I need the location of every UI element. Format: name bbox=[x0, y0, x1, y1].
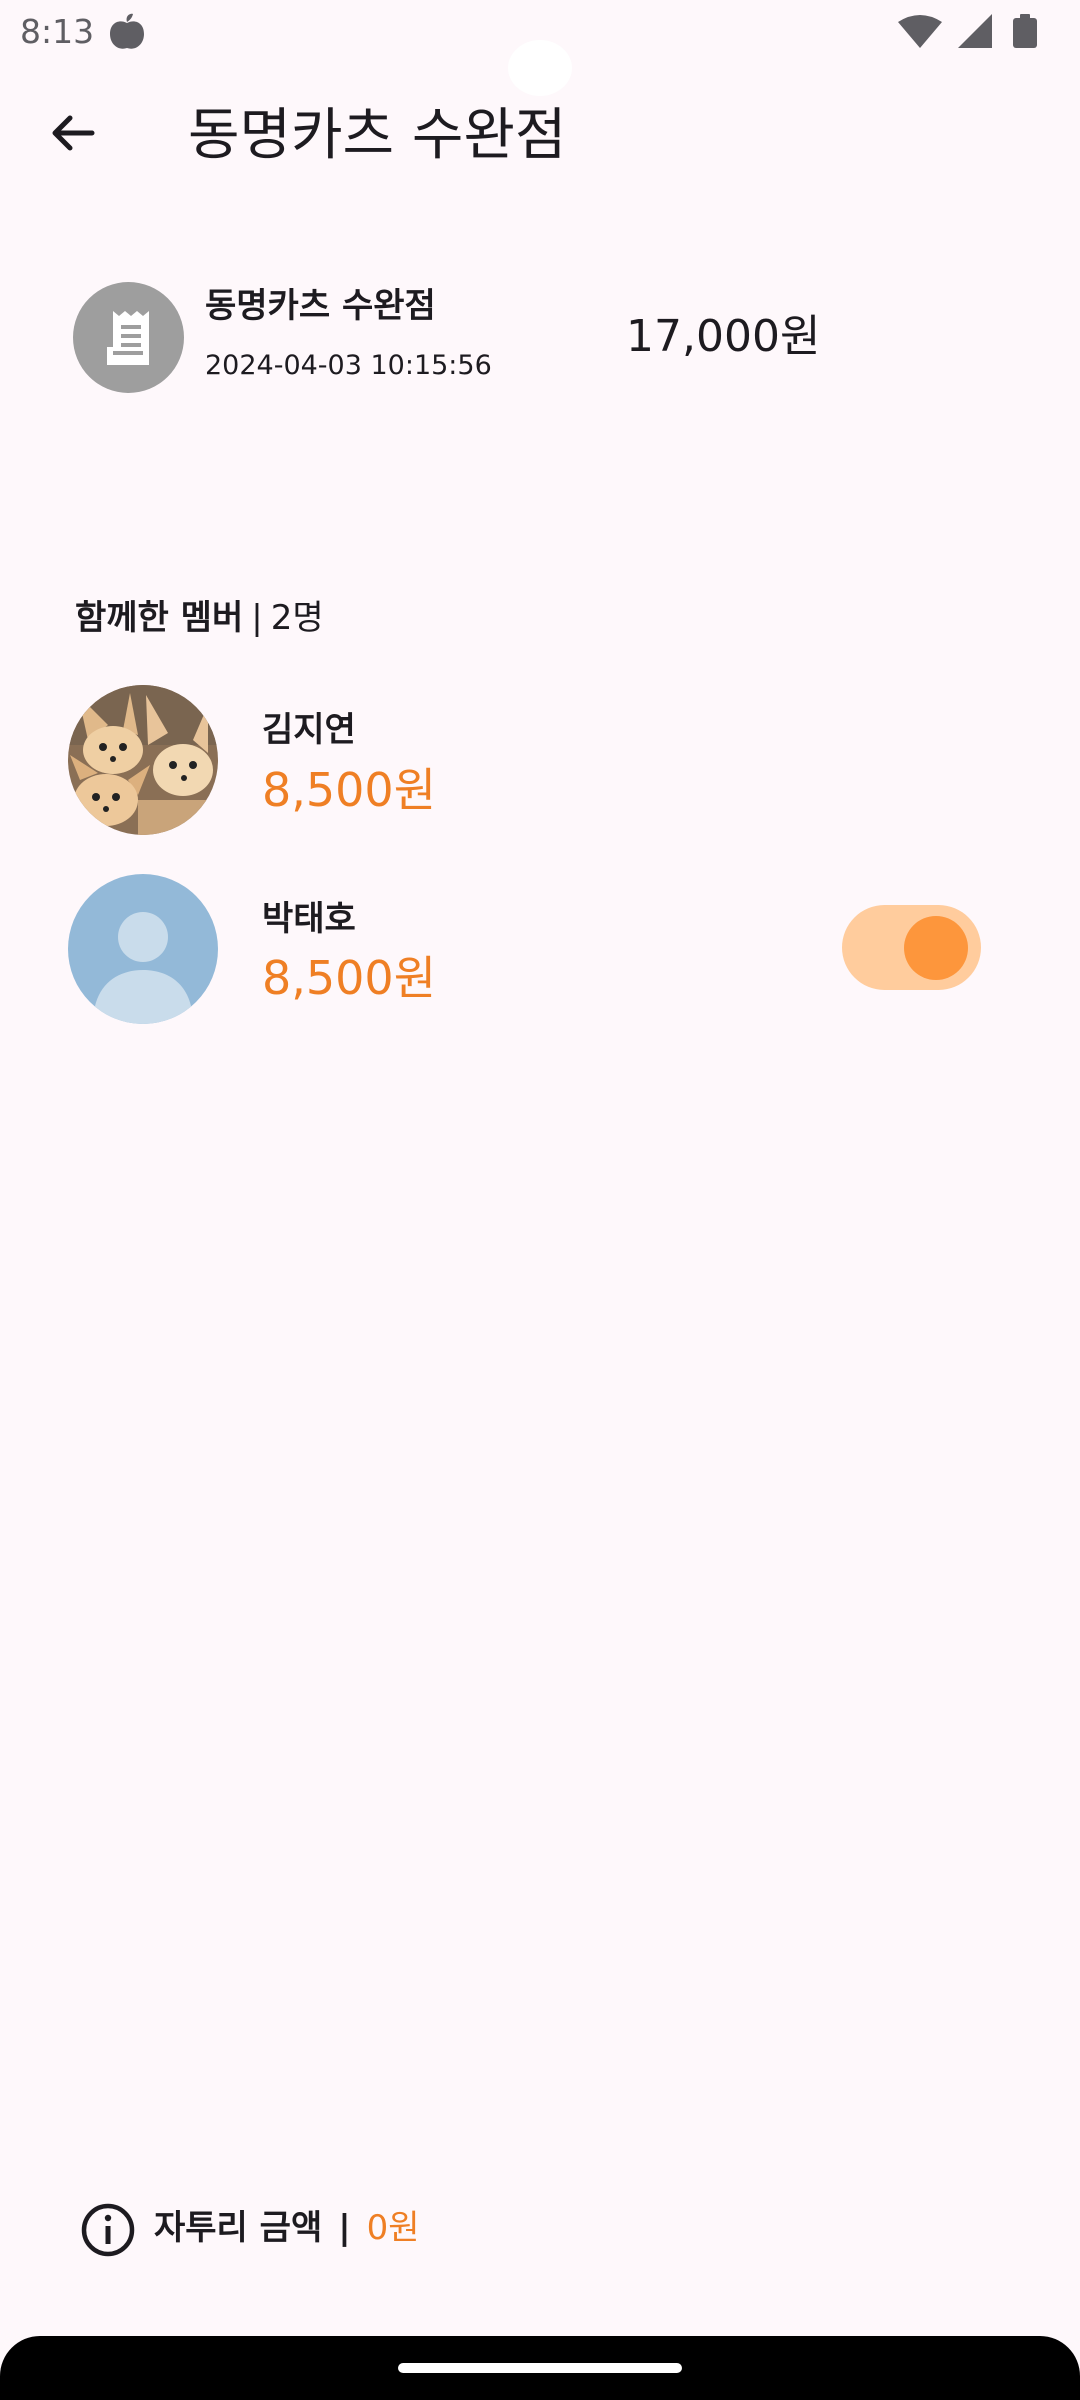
member-amount: 8,500원 bbox=[262, 763, 437, 817]
wifi-icon bbox=[898, 15, 942, 48]
members-header: 함께한 멤버 | 2명 bbox=[75, 592, 324, 644]
status-time: 8:13 bbox=[20, 12, 95, 51]
back-button[interactable] bbox=[40, 100, 106, 166]
total-amount: 17,000원 bbox=[626, 311, 821, 362]
member-name: 김지연 bbox=[262, 710, 356, 750]
receipt-avatar bbox=[73, 282, 184, 393]
camera-cutout bbox=[508, 40, 572, 96]
receipt-datetime: 2024-04-03 10:15:56 bbox=[205, 350, 492, 381]
notification-apple-icon bbox=[106, 12, 148, 52]
members-label: 함께한 멤버 bbox=[75, 598, 244, 638]
member-avatar-fennec-fox bbox=[68, 685, 218, 835]
store-name: 동명카츠 수완점 bbox=[205, 286, 436, 326]
members-separator: | bbox=[251, 598, 263, 638]
battery-icon bbox=[1013, 14, 1037, 48]
default-person-icon bbox=[68, 874, 218, 1024]
leftover-label: 자투리 금액 bbox=[154, 2208, 323, 2248]
members-count: 2명 bbox=[270, 598, 324, 638]
leftover-separator: | bbox=[338, 2208, 351, 2248]
toggle-thumb[interactable] bbox=[904, 916, 968, 980]
arrow-left-icon bbox=[52, 115, 95, 151]
signal-icon bbox=[958, 14, 992, 48]
page-title: 동명카츠 수완점 bbox=[188, 103, 567, 168]
info-icon bbox=[80, 2202, 136, 2258]
member-amount: 8,500원 bbox=[262, 951, 437, 1005]
member-avatar-default bbox=[68, 874, 218, 1024]
status-icons bbox=[896, 12, 1056, 52]
receipt-icon bbox=[106, 310, 149, 365]
member-name: 박태호 bbox=[262, 899, 356, 939]
leftover-amount: 0원 bbox=[366, 2208, 420, 2248]
home-indicator[interactable] bbox=[398, 2363, 682, 2373]
leftover-amount-row: 자투리 금액 | 0원 bbox=[154, 2200, 420, 2256]
